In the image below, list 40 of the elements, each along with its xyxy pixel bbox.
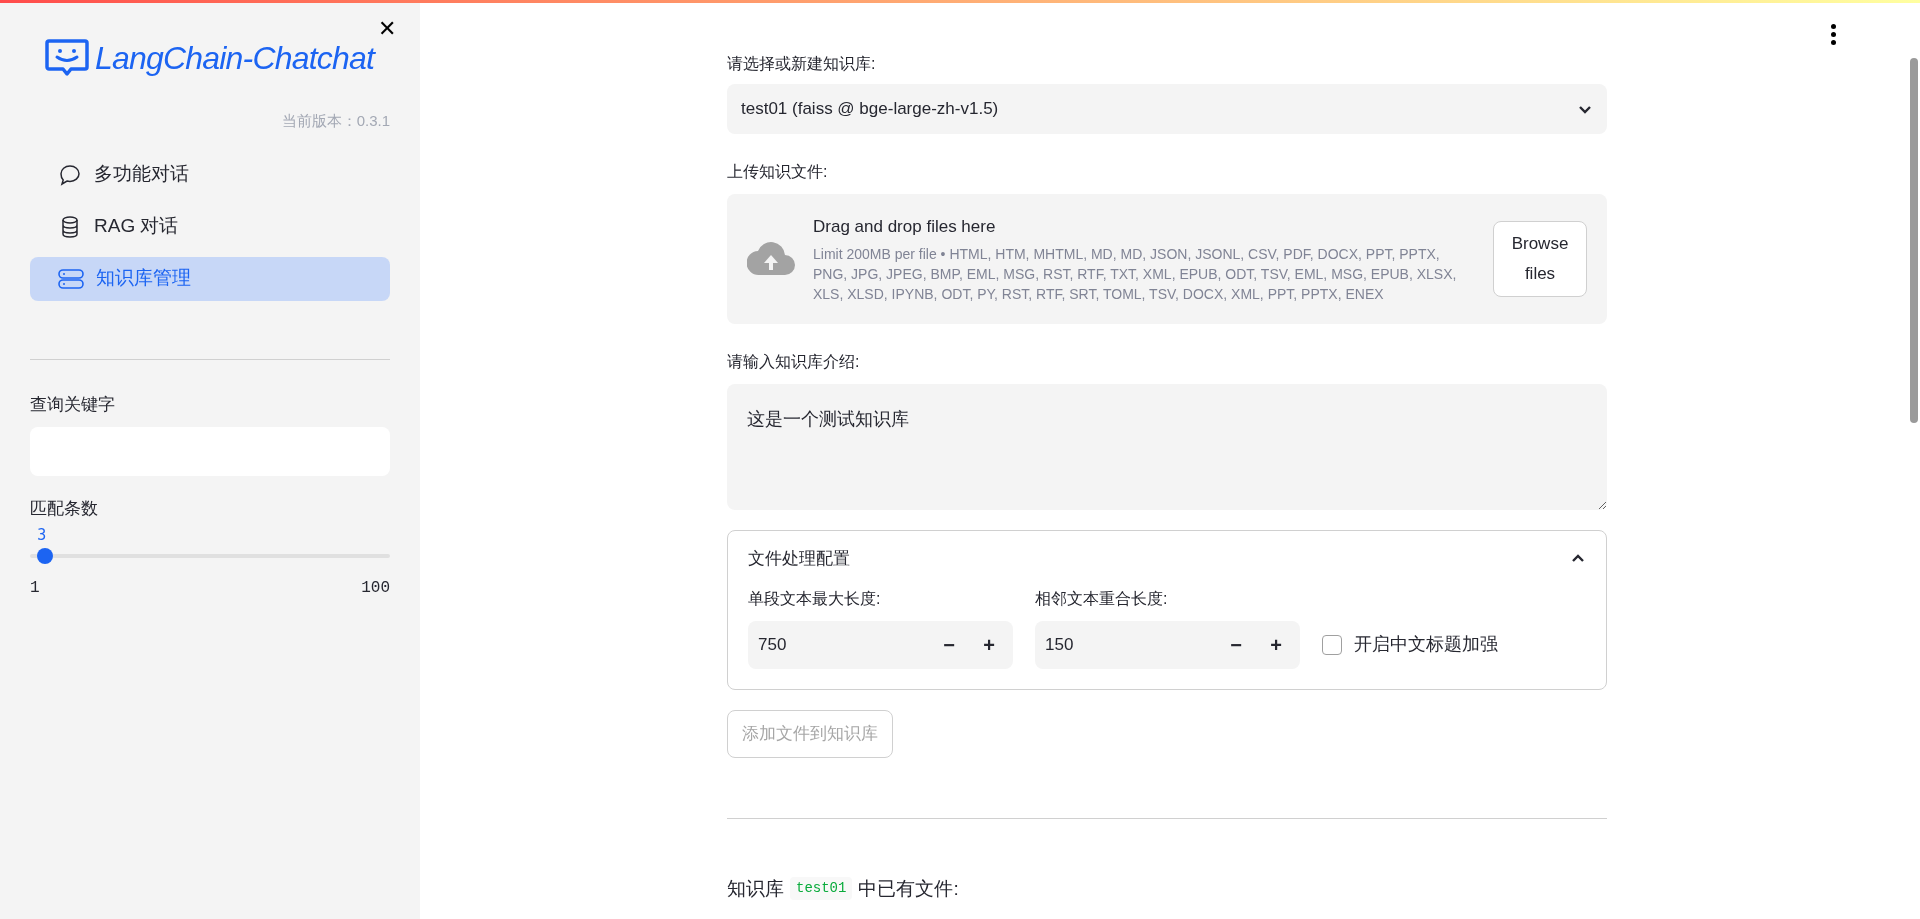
cloud-upload-icon xyxy=(747,240,795,277)
expander-header[interactable]: 文件处理配置 xyxy=(748,530,1586,587)
chat-bubble-icon xyxy=(58,162,82,187)
file-dropzone[interactable] xyxy=(727,194,1607,324)
slider-thumb[interactable] xyxy=(36,547,53,564)
increment-button[interactable]: + xyxy=(969,624,1009,665)
field-label: 匹配条数 xyxy=(30,498,99,520)
slider-value: 3 xyxy=(37,524,47,546)
app-logo-text: LangChain-Chatchat xyxy=(95,39,375,78)
decrement-button[interactable]: − xyxy=(1216,624,1256,665)
field-label: 请选择或新建知识库: xyxy=(727,54,877,74)
field-label: 相邻文本重合长度: xyxy=(1035,588,1169,609)
field-label: 上传知识文件: xyxy=(727,162,829,182)
nav-item[interactable]: 多功能对话 xyxy=(30,152,390,197)
number-input[interactable]: 750 − + xyxy=(748,620,1013,669)
close-button[interactable]: ✕ xyxy=(378,18,396,40)
scrollbar[interactable] xyxy=(1910,58,1918,423)
nav-item[interactable]: RAG 对话 xyxy=(30,204,390,249)
decrement-button[interactable]: − xyxy=(929,624,969,665)
knowledge-base-code: test01 xyxy=(790,877,853,901)
increment-button[interactable]: + xyxy=(1256,624,1296,665)
field-label: 查询关键字 xyxy=(30,393,116,416)
chat-logo-icon xyxy=(45,39,89,77)
heading-text: 知识库 xyxy=(727,876,784,901)
field-label: 单段文本最大长度: xyxy=(748,588,882,609)
dropzone-hint: Limit 200MB per file • HTML, HTM, MHTML, MD, MD, JSON, JSONL, CSV, PDF, DOCX, PPT, PPTX, PNG, JPG, JPEG, BMP, EML, MSG, RST, RTF, TXT, XML, EPUB, ODT, TSV, EML, MSG, EPUB, XLSX, XLS, XLSD, IPYNB, ODT, PY, RST, RTF, SRT, TOML, TSV, DOCX, XML, PPT, PPTX, ENEX xyxy=(813,244,1458,304)
slider[interactable] xyxy=(30,547,390,564)
dropzone-title: Drag and drop files here xyxy=(813,216,997,238)
number-input[interactable]: 150 − + xyxy=(1035,620,1300,669)
field-label: 请输入知识库介绍: xyxy=(727,351,861,372)
slider-max-label: 100 xyxy=(361,577,390,599)
description-textarea[interactable]: 这是一个测试知识库 xyxy=(727,383,1607,510)
checkbox[interactable] xyxy=(1322,634,1342,655)
heading-text: 中已有文件: xyxy=(858,876,959,901)
slider-min-label: 1 xyxy=(30,577,40,599)
knowledge-base-select[interactable]: test01 (faiss @ bge-large-zh-v1.5) xyxy=(727,84,1607,134)
browse-files-button[interactable]: Browse files xyxy=(1493,220,1587,297)
checkbox-label: 开启中文标题加强 xyxy=(1354,633,1498,656)
version-text: 当前版本：0.3.1 xyxy=(281,111,390,131)
server-icon xyxy=(58,267,84,290)
